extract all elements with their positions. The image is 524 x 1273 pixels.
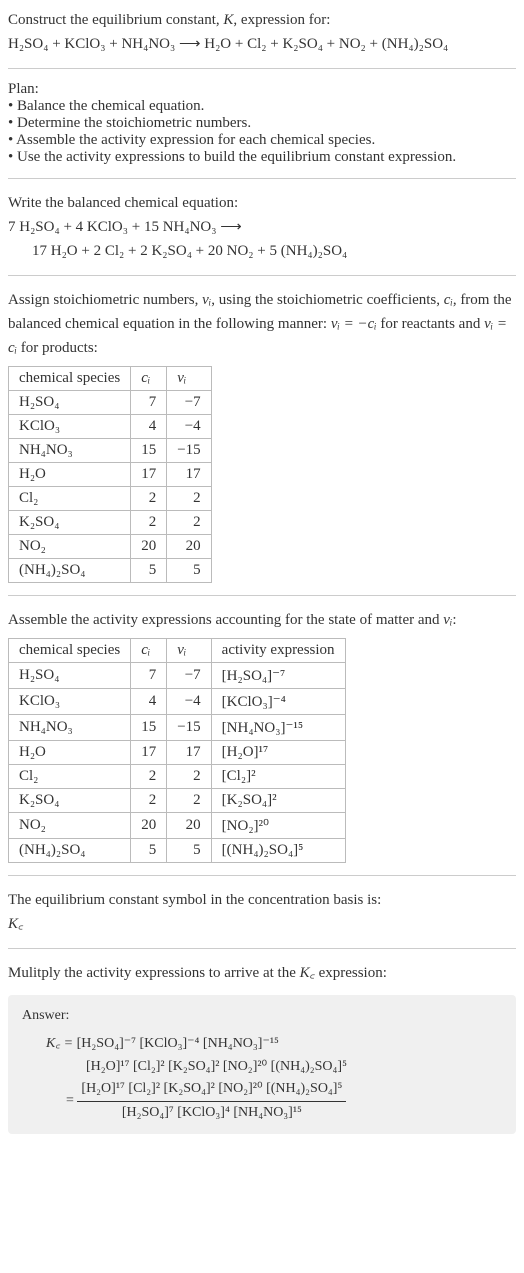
stoich-table: chemical species cᵢ νᵢ H₂SO₄7−7 KClO₃4−4…: [8, 366, 212, 583]
activity-heading: Assemble the activity expressions accoun…: [8, 608, 516, 632]
table-row: NH₄NO₃15−15: [9, 439, 212, 463]
multiply-block: Mulitply the activity expressions to arr…: [8, 961, 516, 985]
table-row: NO₂2020[NO₂]²⁰: [9, 813, 346, 839]
prompt-suffix: , expression for:: [233, 12, 330, 28]
product-line1: [H₂SO₄]⁻⁷ [KClO₃]⁻⁴ [NH₄NO₃]⁻¹⁵: [77, 1036, 279, 1051]
col-expr: activity expression: [211, 639, 345, 663]
divider: [8, 948, 516, 949]
table-row: (NH₄)₂SO₄55: [9, 559, 212, 583]
table-row: KClO₃4−4[KClO₃]⁻⁴: [9, 689, 346, 715]
product-line2: [H₂O]¹⁷ [Cl₂]² [K₂SO₄]² [NO₂]²⁰ [(NH₄)₂S…: [86, 1059, 347, 1074]
plan-item: • Balance the chemical equation.: [8, 98, 516, 115]
table-row: NH₄NO₃15−15[NH₄NO₃]⁻¹⁵: [9, 715, 346, 741]
table-row: (NH₄)₂SO₄55[(NH₄)₂SO₄]⁵: [9, 839, 346, 863]
col-ci: cᵢ: [131, 367, 167, 391]
table-header-row: chemical species cᵢ νᵢ: [9, 367, 212, 391]
balanced-line2: 17 H₂O + 2 Cl₂ + 2 K₂SO₄ + 20 NO₂ + 5 (N…: [8, 239, 516, 263]
plan-item: • Determine the stoichiometric numbers.: [8, 115, 516, 132]
table-row: Cl₂22: [9, 487, 212, 511]
equals-sign: =: [66, 1093, 77, 1108]
plan-block: Plan: • Balance the chemical equation. •…: [8, 81, 516, 166]
table-row: H₂O1717[H₂O]¹⁷: [9, 741, 346, 765]
plan-heading: Plan:: [8, 81, 516, 98]
col-species: chemical species: [9, 367, 131, 391]
prompt-prefix: Construct the equilibrium constant,: [8, 12, 223, 28]
divider: [8, 875, 516, 876]
table-row: Cl₂22[Cl₂]²: [9, 765, 346, 789]
prompt-block: Construct the equilibrium constant, K, e…: [8, 8, 516, 56]
plan-item: • Assemble the activity expression for e…: [8, 132, 516, 149]
divider: [8, 275, 516, 276]
balanced-block: Write the balanced chemical equation: 7 …: [8, 191, 516, 263]
divider: [8, 68, 516, 69]
col-ci: cᵢ: [131, 639, 167, 663]
col-nu: νᵢ: [167, 639, 211, 663]
table-row: K₂SO₄22: [9, 511, 212, 535]
answer-label: Answer:: [22, 1005, 502, 1027]
table-row: KClO₃4−4: [9, 415, 212, 439]
table-row: H₂SO₄7−7[H₂SO₄]⁻⁷: [9, 663, 346, 689]
activity-block: Assemble the activity expressions accoun…: [8, 608, 516, 863]
answer-box: Answer: K꜀ = [H₂SO₄]⁻⁷ [KClO₃]⁻⁴ [NH₄NO₃…: [8, 995, 516, 1134]
kc-equals: K꜀ =: [46, 1036, 77, 1051]
fraction-numerator: [H₂O]¹⁷ [Cl₂]² [K₂SO₄]² [NO₂]²⁰ [(NH₄)₂S…: [77, 1078, 346, 1101]
kc-symbol-text: The equilibrium constant symbol in the c…: [8, 888, 516, 912]
final-fraction: [H₂O]¹⁷ [Cl₂]² [K₂SO₄]² [NO₂]²⁰ [(NH₄)₂S…: [77, 1078, 346, 1124]
answer-expression: K꜀ = [H₂SO₄]⁻⁷ [KClO₃]⁻⁴ [NH₄NO₃]⁻¹⁵ [H₂…: [22, 1033, 502, 1124]
kc-symbol: K꜀: [8, 912, 516, 936]
table-row: H₂SO₄7−7: [9, 391, 212, 415]
col-nu: νᵢ: [167, 367, 211, 391]
fraction-denominator: [H₂SO₄]⁷ [KClO₃]⁴ [NH₄NO₃]¹⁵: [77, 1102, 346, 1124]
col-species: chemical species: [9, 639, 131, 663]
table-header-row: chemical species cᵢ νᵢ activity expressi…: [9, 639, 346, 663]
table-row: K₂SO₄22[K₂SO₄]²: [9, 789, 346, 813]
unbalanced-reaction: H₂SO₄ + KClO₃ + NH₄NO₃ ⟶ H₂O + Cl₂ + K₂S…: [8, 36, 448, 52]
stoich-intro: Assign stoichiometric numbers, νᵢ, using…: [8, 288, 516, 360]
table-row: NO₂2020: [9, 535, 212, 559]
table-row: H₂O1717: [9, 463, 212, 487]
plan-item: • Use the activity expressions to build …: [8, 149, 516, 166]
divider: [8, 595, 516, 596]
balanced-line1: 7 H₂SO₄ + 4 KClO₃ + 15 NH₄NO₃ ⟶: [8, 215, 516, 239]
kc-symbol-block: The equilibrium constant symbol in the c…: [8, 888, 516, 936]
constant-k: K: [223, 12, 233, 28]
activity-table: chemical species cᵢ νᵢ activity expressi…: [8, 638, 346, 863]
stoich-block: Assign stoichiometric numbers, νᵢ, using…: [8, 288, 516, 583]
balanced-heading: Write the balanced chemical equation:: [8, 191, 516, 215]
divider: [8, 178, 516, 179]
